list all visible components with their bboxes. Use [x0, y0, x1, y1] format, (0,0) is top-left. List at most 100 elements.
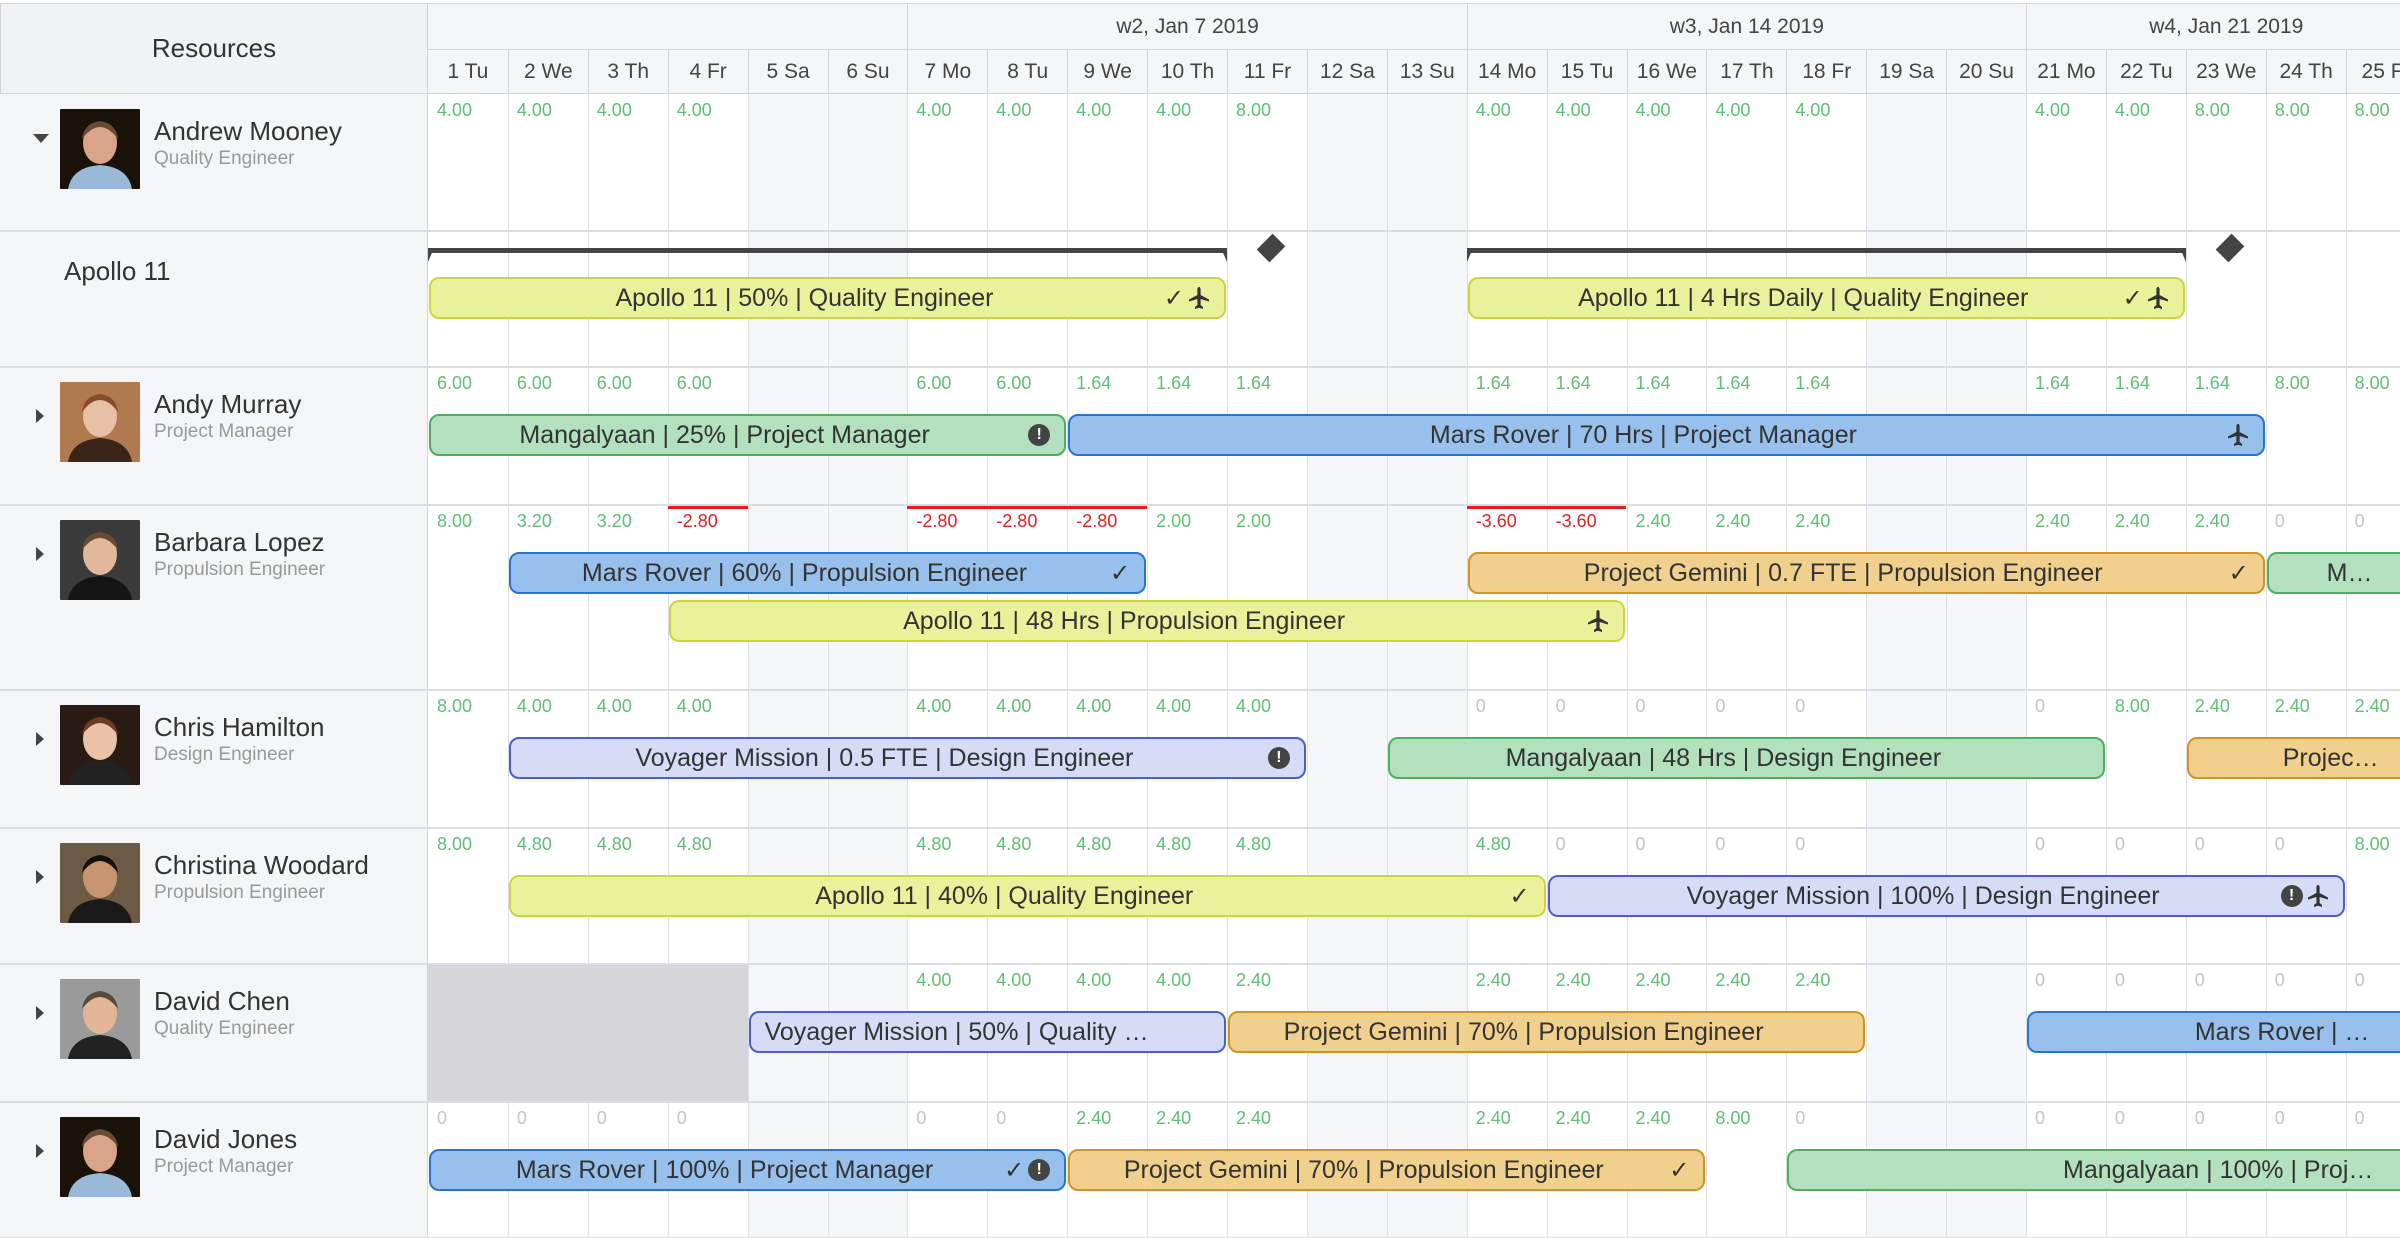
daily-hours: 1.64: [1715, 373, 1751, 393]
assignment-bar[interactable]: Mars Rover | 60% | Propulsion Engineer ✓: [508, 552, 1147, 594]
day-label: 24 Th: [2279, 60, 2333, 83]
assignment-bar[interactable]: Mars Rover | 70 Hrs | Project Manager: [1068, 414, 2265, 456]
assignment-bar[interactable]: Apollo 11 | 50% | Quality Engineer ✓: [429, 277, 1226, 319]
airplane-icon: [2227, 423, 2249, 447]
daily-hours: 6.00: [437, 373, 473, 393]
resource-row-header[interactable]: David Chen Quality Engineer: [0, 964, 428, 1102]
weekend-column: [1866, 94, 1947, 1238]
day-label: 19 Sa: [1879, 60, 1935, 83]
daily-hours: 4.00: [996, 970, 1032, 990]
airplane-icon: [2147, 286, 2169, 310]
day-header: 13 Su: [1386, 50, 1467, 94]
daily-hours: 8.00: [2354, 373, 2390, 393]
daily-hours: 1.64: [1555, 373, 1591, 393]
daily-hours: 6.00: [676, 373, 712, 393]
daily-hours: 0: [2274, 834, 2285, 854]
day-label: 16 We: [1636, 60, 1698, 83]
assignment-bar[interactable]: Mangalyaan | 48 Hrs | Design Engineer: [1387, 737, 2105, 779]
resource-row-header[interactable]: David Jones Project Manager: [0, 1102, 428, 1238]
assignment-bar[interactable]: Mangalyaan: [2266, 552, 2400, 594]
assignment-bar[interactable]: Mars Rover | 100% | Project Manager: [2027, 1011, 2400, 1053]
expand-caret-icon[interactable]: [36, 1144, 44, 1158]
resource-role: Propulsion Engineer: [154, 882, 326, 903]
assignment-status-icons: !: [2280, 877, 2329, 915]
assignment-bar[interactable]: Apollo 11 | 4 Hrs Daily | Quality Engine…: [1467, 277, 2185, 319]
airplane-icon: [1587, 609, 1609, 633]
daily-hours: 4.00: [437, 100, 473, 120]
assignment-label: Mangalyaan | 48 Hrs | Design Engineer: [1505, 743, 1942, 772]
daily-hours: 8.00: [1715, 1108, 1751, 1128]
expand-caret-icon[interactable]: [36, 547, 44, 561]
week-header: w4, Jan 21 2019: [2026, 4, 2400, 50]
resource-row-header[interactable]: Christina Woodard Propulsion Engineer: [0, 828, 428, 964]
expand-caret-icon[interactable]: [36, 870, 44, 884]
resource-name: David Chen: [154, 986, 290, 1016]
expand-caret-icon[interactable]: [36, 1006, 44, 1020]
project-row-header[interactable]: Apollo 11: [0, 231, 428, 367]
day-header: 1 Tu: [428, 50, 508, 94]
daily-hours: 4.00: [1156, 970, 1192, 990]
daily-hours: 2.40: [1635, 511, 1671, 531]
daily-hours: 1.64: [1475, 373, 1511, 393]
daily-hours: 2.40: [1715, 511, 1751, 531]
assignment-label: Mars Rover | 100% | Project Manager: [2194, 1017, 2400, 1046]
daily-hours: 0: [1715, 696, 1726, 716]
assignment-bar[interactable]: Apollo 11 | 48 Hrs | Propulsion Engineer: [668, 600, 1626, 642]
daily-hours: 4.00: [916, 696, 952, 716]
assignment-bar[interactable]: Project Gemini | 70% | Propulsion Engine…: [1228, 1011, 1866, 1053]
day-column: [2185, 94, 2266, 1238]
avatar: [60, 109, 140, 189]
assignment-bar[interactable]: Project Gemini: [2186, 737, 2400, 779]
daily-hours: 4.80: [676, 834, 712, 854]
day-header: 2 We: [507, 50, 588, 94]
assignment-bar[interactable]: Project Gemini | 0.7 FTE | Propulsion En…: [1467, 552, 2265, 594]
resource-row-header[interactable]: Barbara Lopez Propulsion Engineer: [0, 505, 428, 690]
assignment-bar[interactable]: Project Gemini | 70% | Propulsion Engine…: [1068, 1149, 1706, 1191]
check-icon: ✓: [2228, 559, 2249, 587]
expand-caret-icon[interactable]: [36, 409, 44, 423]
daily-hours: 0: [1795, 1108, 1806, 1128]
resource-row-header[interactable]: Chris Hamilton Design Engineer: [0, 690, 428, 828]
resource-list: Andrew Mooney Quality Engineer Apollo 11 An…: [0, 94, 428, 1238]
assignment-label: Mangalyaan | 100% | Project Manager: [2063, 1155, 2400, 1184]
daily-hours: 2.00: [1156, 511, 1192, 531]
daily-hours: 2.40: [2354, 696, 2390, 716]
avatar: [60, 1117, 140, 1197]
assignment-label: Mars Rover | 100% | Project Manager: [515, 1155, 934, 1184]
assignment-bar[interactable]: Voyager Mission | 0.5 FTE | Design Engin…: [508, 737, 1306, 779]
daily-hours: 4.00: [676, 100, 712, 120]
daily-hours: 1.64: [2035, 373, 2071, 393]
assignment-bar[interactable]: Mars Rover | 100% | Project Manager ✓!: [429, 1149, 1067, 1191]
resource-row-header[interactable]: Andy Murray Project Manager: [0, 367, 428, 505]
daily-hours: 4.00: [676, 696, 712, 716]
day-header: 19 Sa: [1866, 50, 1946, 94]
resource-row-header[interactable]: Andrew Mooney Quality Engineer: [0, 94, 428, 231]
daily-hours: 0: [2354, 511, 2365, 531]
assignment-bar[interactable]: Voyager Mission | 100% | Design Engineer…: [1547, 875, 2345, 917]
assignment-label: Mangalyaan: [2326, 558, 2400, 587]
day-header: 18 Fr: [1786, 50, 1866, 94]
daily-hours: 6.00: [916, 373, 952, 393]
daily-hours: 2.40: [1475, 1108, 1511, 1128]
collapse-caret-icon[interactable]: [33, 134, 49, 143]
assignment-label: Apollo 11 | 50% | Quality Engineer: [615, 283, 994, 312]
assignment-bar[interactable]: Apollo 11 | 40% | Quality Engineer ✓: [508, 875, 1546, 917]
assignment-bar[interactable]: Mangalyaan | 100% | Project Manager: [1787, 1149, 2400, 1191]
alert-icon: !: [1028, 424, 1051, 446]
daily-hours: 0: [2194, 834, 2205, 854]
assignment-bar[interactable]: Mangalyaan | 25% | Project Manager!: [429, 414, 1067, 456]
day-column: [1466, 94, 1547, 1238]
day-header: 5 Sa: [747, 50, 828, 94]
daily-hours: 0: [1635, 696, 1646, 716]
daily-hours: 2.40: [1715, 970, 1751, 990]
avatar: [60, 382, 140, 462]
resource-name: Barbara Lopez: [154, 527, 325, 557]
row-divider: [0, 1101, 2400, 1103]
alert-icon: !: [1267, 747, 1290, 769]
assignment-label: Project Gemini | 0.7 FTE | Propulsion En…: [1583, 558, 2103, 587]
daily-hours: 4.00: [596, 696, 632, 716]
assignment-bar[interactable]: Voyager Mission | 50% | Quality Engin...: [748, 1011, 1226, 1053]
assignment-label: Apollo 11 | 4 Hrs Daily | Quality Engine…: [1578, 283, 2029, 312]
daily-hours: 4.80: [1076, 834, 1112, 854]
expand-caret-icon[interactable]: [36, 732, 44, 746]
